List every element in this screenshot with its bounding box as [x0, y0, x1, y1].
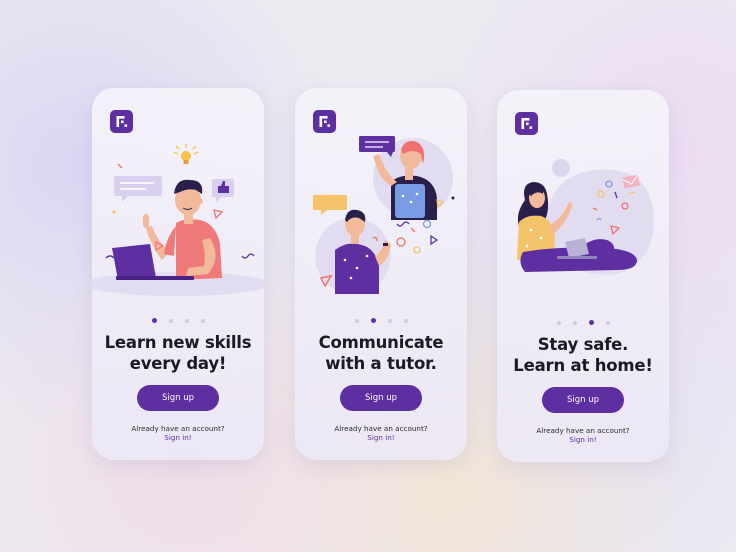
thumbs-up-icon: [212, 179, 234, 202]
account-prompt: Already have an account?: [131, 424, 225, 433]
title-line: Communicate: [318, 333, 444, 352]
title-line: Learn at home!: [513, 356, 653, 375]
sign-in-link[interactable]: Sign in!: [497, 435, 669, 444]
sign-up-button[interactable]: Sign up: [137, 385, 219, 411]
lightbulb-icon: [173, 144, 199, 164]
page-dot[interactable]: [151, 318, 157, 323]
page-dot[interactable]: [387, 318, 392, 323]
page-dot[interactable]: [184, 318, 189, 323]
title-line: Stay safe.: [537, 335, 629, 354]
page-dot[interactable]: [572, 320, 577, 325]
page-dot[interactable]: [403, 318, 408, 323]
page-dot[interactable]: [354, 318, 359, 323]
account-prompt: Already have an account?: [536, 426, 630, 435]
screen-title: Communicate with a tutor.: [301, 332, 461, 374]
page-indicator: [92, 310, 264, 323]
page-dot[interactable]: [168, 318, 173, 323]
page-dot[interactable]: [200, 318, 205, 323]
onboarding-card-home: Stay safe. Learn at home! Sign up Alread…: [497, 90, 669, 462]
title-line: every day!: [129, 354, 227, 373]
sign-up-button[interactable]: Sign up: [542, 387, 624, 413]
page-dot[interactable]: [588, 320, 594, 325]
title-line: with a tutor.: [325, 354, 437, 373]
page-indicator: [497, 312, 669, 325]
chat-bubble-icon: [359, 136, 395, 157]
chat-bubble-icon: [114, 176, 162, 202]
title-line: Learn new skills: [104, 333, 252, 352]
onboarding-card-learn: Learn new skills every day! Sign up Alre…: [92, 88, 264, 460]
screen-title: Learn new skills every day!: [98, 332, 258, 374]
sign-in-link[interactable]: Sign in!: [92, 433, 264, 442]
account-prompt: Already have an account?: [334, 424, 428, 433]
screen-title: Stay safe. Learn at home!: [503, 334, 663, 376]
sign-up-button[interactable]: Sign up: [340, 385, 422, 411]
onboarding-card-tutor: Communicate with a tutor. Sign up Alread…: [295, 88, 467, 460]
sign-in-link[interactable]: Sign in!: [295, 433, 467, 442]
page-dot[interactable]: [370, 318, 376, 323]
page-dot[interactable]: [605, 320, 610, 325]
page-dot[interactable]: [556, 320, 561, 325]
page-indicator: [295, 310, 467, 323]
chat-bubble-icon: [313, 195, 347, 215]
